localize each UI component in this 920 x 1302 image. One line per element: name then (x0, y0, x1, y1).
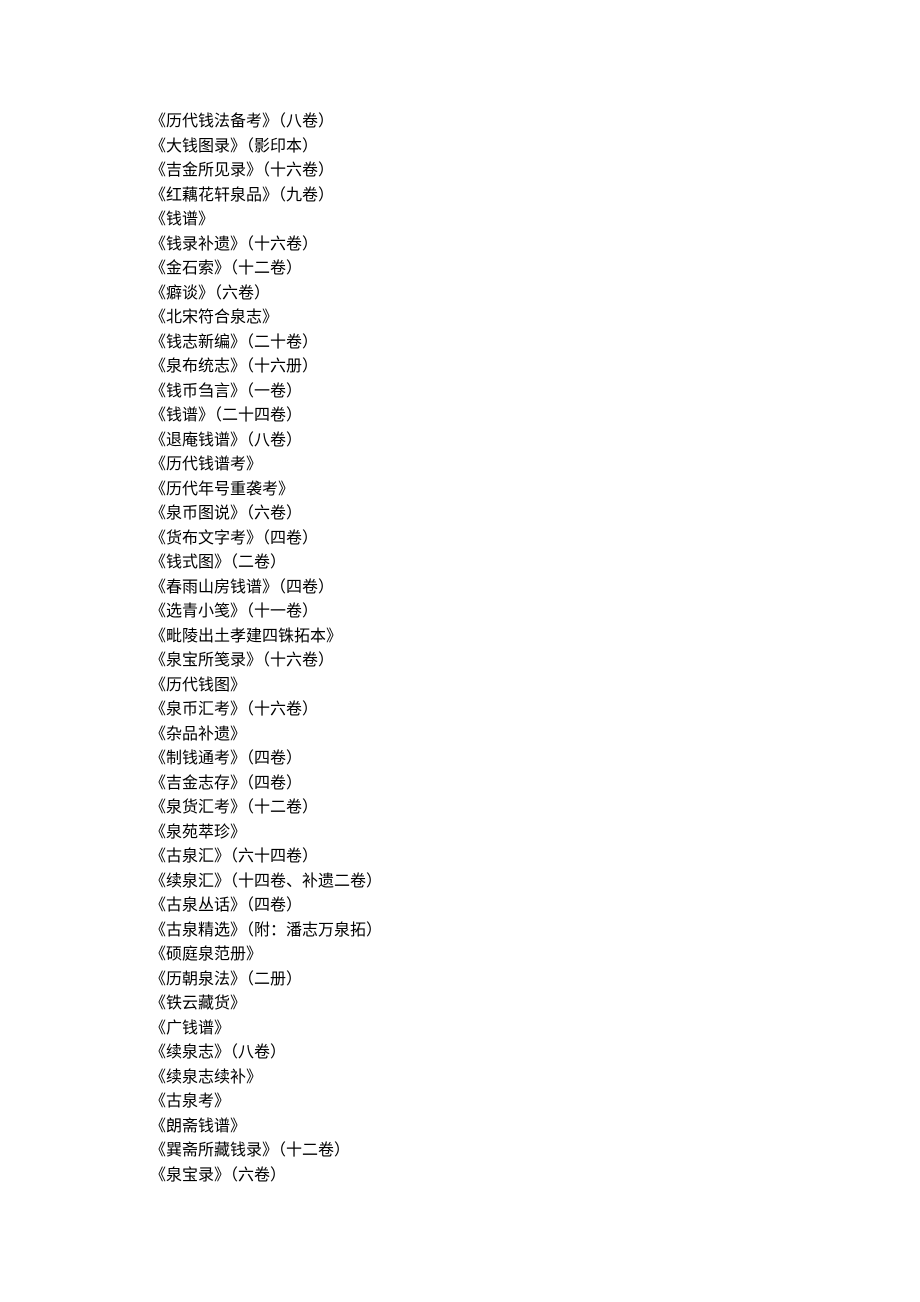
list-item: 《春雨山房钱谱》（四卷） (150, 576, 920, 601)
list-item: 《钱谱》 (150, 208, 920, 233)
list-item: 《历代钱图》 (150, 674, 920, 699)
list-item: 《杂品补遗》 (150, 723, 920, 748)
list-item: 《古泉考》 (150, 1090, 920, 1115)
list-item: 《历代年号重袭考》 (150, 478, 920, 503)
document-list: 《历代钱法备考》（八卷） 《大钱图录》（影印本） 《吉金所见录》（十六卷） 《红… (150, 110, 920, 1188)
list-item: 《古泉汇》（六十四卷） (150, 845, 920, 870)
list-item: 《选青小笺》（十一卷） (150, 600, 920, 625)
list-item: 《古泉丛话》（四卷） (150, 894, 920, 919)
list-item: 《铁云藏货》 (150, 992, 920, 1017)
list-item: 《泉苑萃珍》 (150, 821, 920, 846)
list-item: 《钱志新编》（二十卷） (150, 331, 920, 356)
list-item: 《钱谱》（二十四卷） (150, 404, 920, 429)
list-item: 《续泉志续补》 (150, 1066, 920, 1091)
list-item: 《历朝泉法》（二册） (150, 968, 920, 993)
list-item: 《泉布统志》（十六册） (150, 355, 920, 380)
list-item: 《毗陵出土孝建四铢拓本》 (150, 625, 920, 650)
list-item: 《北宋符合泉志》 (150, 306, 920, 331)
list-item: 《硕庭泉范册》 (150, 943, 920, 968)
list-item: 《泉宝录》（六卷） (150, 1164, 920, 1189)
list-item: 《泉宝所笺录》（十六卷） (150, 649, 920, 674)
list-item: 《金石索》（十二卷） (150, 257, 920, 282)
list-item: 《红藕花轩泉品》（九卷） (150, 184, 920, 209)
list-item: 《癖谈》（六卷） (150, 282, 920, 307)
list-item: 《古泉精选》（附：潘志万泉拓） (150, 919, 920, 944)
list-item: 《钱式图》（二卷） (150, 551, 920, 576)
list-item: 《退庵钱谱》（八卷） (150, 429, 920, 454)
list-item: 《巽斋所藏钱录》（十二卷） (150, 1139, 920, 1164)
list-item: 《泉币汇考》（十六卷） (150, 698, 920, 723)
list-item: 《吉金所见录》（十六卷） (150, 159, 920, 184)
list-item: 《历代钱法备考》（八卷） (150, 110, 920, 135)
list-item: 《广钱谱》 (150, 1017, 920, 1042)
list-item: 《钱录补遗》（十六卷） (150, 233, 920, 258)
list-item: 《朗斋钱谱》 (150, 1115, 920, 1140)
list-item: 《吉金志存》（四卷） (150, 772, 920, 797)
list-item: 《泉货汇考》（十二卷） (150, 796, 920, 821)
list-item: 《大钱图录》（影印本） (150, 135, 920, 160)
list-item: 《泉币图说》（六卷） (150, 502, 920, 527)
list-item: 《续泉志》（八卷） (150, 1041, 920, 1066)
list-item: 《历代钱谱考》 (150, 453, 920, 478)
list-item: 《货布文字考》（四卷） (150, 527, 920, 552)
list-item: 《制钱通考》（四卷） (150, 747, 920, 772)
list-item: 《钱币刍言》（一卷） (150, 380, 920, 405)
list-item: 《续泉汇》（十四卷、补遗二卷） (150, 870, 920, 895)
